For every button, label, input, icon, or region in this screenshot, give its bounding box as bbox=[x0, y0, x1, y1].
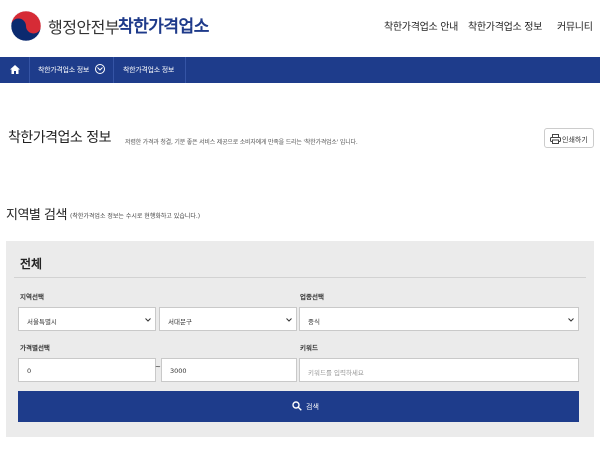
price-min-input[interactable]: 0 bbox=[18, 358, 156, 382]
region-search-note: (착한가격업소 정보는 수시로 현행화하고 있습니다.) bbox=[70, 213, 201, 220]
taegeuk-logo-icon[interactable] bbox=[10, 10, 42, 42]
business-select-value: 중식 bbox=[308, 318, 320, 326]
breadcrumb-label: 착한가격업소 정보 bbox=[38, 66, 90, 74]
breadcrumb-label: 착한가격업소 정보 bbox=[123, 66, 175, 74]
price-label: 가격별선택 bbox=[20, 344, 50, 352]
page-title: 착한가격업소 정보 bbox=[8, 130, 112, 146]
site-header: 행정안전부 착한가격업소 착한가격업소 안내 착한가격업소 정보 커뮤니티 bbox=[0, 0, 600, 57]
district-select-value: 서대문구 bbox=[168, 318, 192, 326]
chevron-down-icon bbox=[286, 318, 292, 322]
breadcrumb-item-info[interactable]: 착한가격업소 정보 bbox=[30, 57, 114, 83]
breadcrumb-item-current[interactable]: 착한가격업소 정보 bbox=[114, 57, 186, 83]
breadcrumb: 착한가격업소 정보 착한가격업소 정보 bbox=[0, 57, 600, 83]
nav-info[interactable]: 착한가격업소 정보 bbox=[468, 18, 542, 33]
district-select[interactable]: 서대문구 bbox=[159, 307, 297, 331]
region-search-title: 지역별 검색 bbox=[6, 208, 67, 223]
price-min-value: 0 bbox=[27, 367, 32, 375]
business-select[interactable]: 중식 bbox=[299, 307, 579, 331]
search-button-label: 검색 bbox=[306, 403, 319, 411]
nav-guide[interactable]: 착한가격업소 안내 bbox=[384, 18, 458, 33]
chevron-down-icon[interactable] bbox=[95, 64, 105, 74]
keyword-placeholder: 키워드를 입력하세요 bbox=[308, 369, 364, 377]
region-label: 지역선택 bbox=[20, 293, 44, 301]
ministry-name[interactable]: 행정안전부 bbox=[48, 14, 120, 38]
search-panel: 전체 지역선택 업종선택 서울특별시 서대문구 중식 가격별선택 키워드 0 ~… bbox=[6, 241, 594, 437]
print-button[interactable]: 인쇄하기 bbox=[544, 128, 594, 148]
keyword-label: 키워드 bbox=[300, 344, 318, 352]
city-select[interactable]: 서울특별시 bbox=[18, 307, 156, 331]
price-separator: ~ bbox=[155, 363, 161, 371]
service-name[interactable]: 착한가격업소 bbox=[118, 12, 209, 37]
chevron-down-icon bbox=[145, 318, 151, 322]
chevron-down-icon bbox=[568, 318, 574, 322]
city-select-value: 서울특별시 bbox=[27, 318, 57, 326]
page-description: 저렴한 가격과 청결, 기분 좋은 서비스 제공으로 소비자에게 만족을 드리는… bbox=[125, 139, 358, 146]
print-label: 인쇄하기 bbox=[562, 136, 588, 144]
nav-community[interactable]: 커뮤니티 bbox=[557, 18, 593, 33]
printer-icon bbox=[550, 134, 561, 144]
business-label: 업종선택 bbox=[300, 293, 324, 301]
price-max-input[interactable]: 3000 bbox=[161, 358, 297, 382]
keyword-input[interactable]: 키워드를 입력하세요 bbox=[299, 358, 579, 382]
price-max-value: 3000 bbox=[170, 367, 187, 375]
search-button[interactable]: 검색 bbox=[18, 391, 579, 422]
panel-title: 전체 bbox=[20, 257, 43, 271]
breadcrumb-home[interactable] bbox=[0, 57, 30, 83]
home-icon bbox=[10, 65, 20, 74]
panel-divider bbox=[14, 277, 586, 278]
search-icon bbox=[292, 401, 302, 411]
